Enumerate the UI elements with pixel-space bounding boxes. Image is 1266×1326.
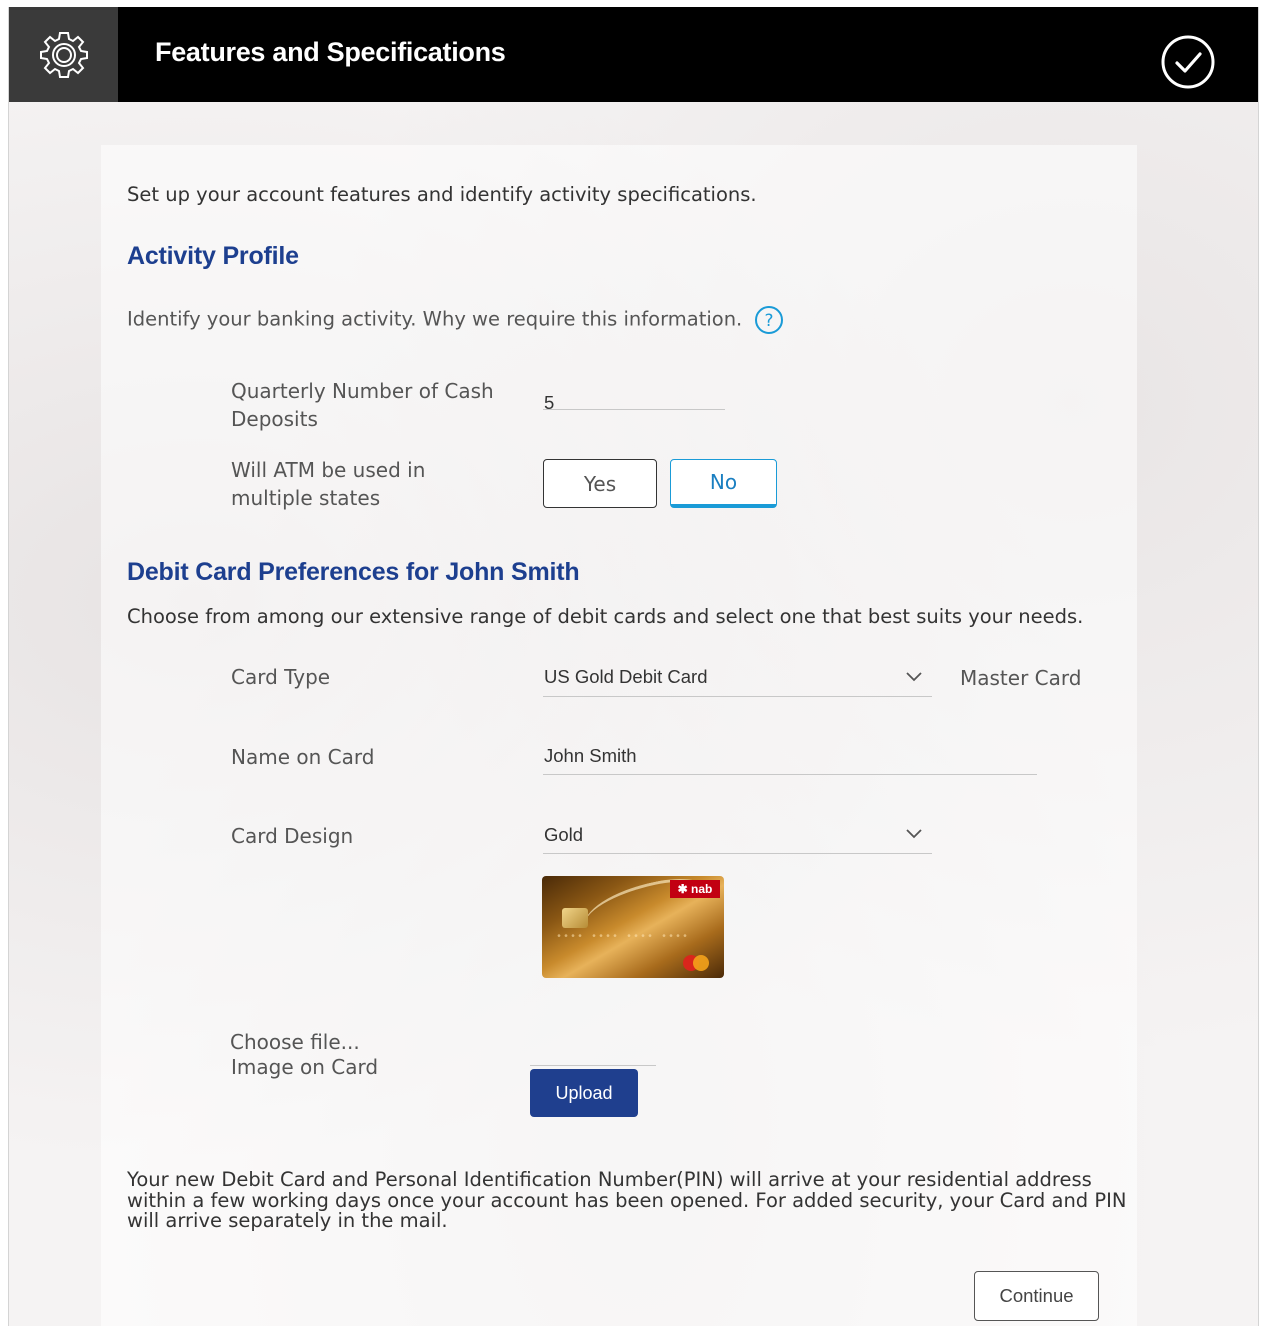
card-network-label: Master Card [960,666,1082,690]
card-chip [562,908,588,928]
card-design-label: Card Design [231,824,354,848]
name-on-card-input[interactable]: John Smith [544,745,637,767]
chevron-down-icon[interactable] [905,670,923,682]
name-on-card-label: Name on Card [231,745,375,769]
atm-no-button[interactable]: No [670,459,777,508]
gear-icon [39,31,88,78]
question-circle-icon[interactable]: ? [754,305,784,335]
continue-button[interactable]: Continue [974,1271,1099,1321]
card-design-preview: ✱ nab •••• •••• •••• •••• [542,876,724,978]
header-bar: Features and Specifications [9,7,1258,102]
activity-profile-title: Activity Profile [127,242,299,270]
choose-file-underline [530,1065,656,1066]
name-on-card-underline [543,774,1037,775]
intro-text: Set up your account features and identif… [127,183,757,206]
image-on-card-label: Image on Card [231,1055,379,1079]
quarterly-deposits-label: Quarterly Number of Cash Deposits [231,379,494,431]
pin-notice: Your new Debit Card and Personal Identif… [127,1168,1127,1232]
card-design-underline [543,853,932,854]
page-frame: Features and Specifications Set up your … [8,7,1259,1326]
quarterly-deposits-input[interactable]: 5 [544,392,554,414]
card-type-select[interactable]: US Gold Debit Card [544,666,707,688]
quarterly-deposits-underline [543,409,725,410]
debit-card-subtitle: Choose from among our extensive range of… [127,605,1084,628]
header-icon-box [9,7,118,102]
card-number-emboss: •••• •••• •••• •••• [556,932,690,943]
chevron-down-icon[interactable] [905,827,923,839]
nab-brand-text: nab [691,882,713,896]
activity-profile-subtitle: Identify your banking activity. Why we r… [127,305,784,335]
atm-multistate-label: Will ATM be used in multiple states [231,458,426,510]
upload-button[interactable]: Upload [530,1069,638,1117]
activity-profile-subtitle-text: Identify your banking activity. Why we r… [127,307,743,331]
debit-card-title: Debit Card Preferences for John Smith [127,558,580,586]
mastercard-logo [683,955,709,971]
choose-file-input[interactable]: Choose file... [230,1028,360,1056]
card-type-label: Card Type [231,665,331,689]
card-type-underline [543,696,932,697]
svg-text:?: ? [765,311,774,331]
nab-logo: ✱ nab [670,880,720,898]
check-circle-icon[interactable] [1160,34,1216,90]
atm-yes-button[interactable]: Yes [543,459,657,508]
page-title: Features and Specifications [155,37,506,67]
card-design-select[interactable]: Gold [544,824,583,846]
